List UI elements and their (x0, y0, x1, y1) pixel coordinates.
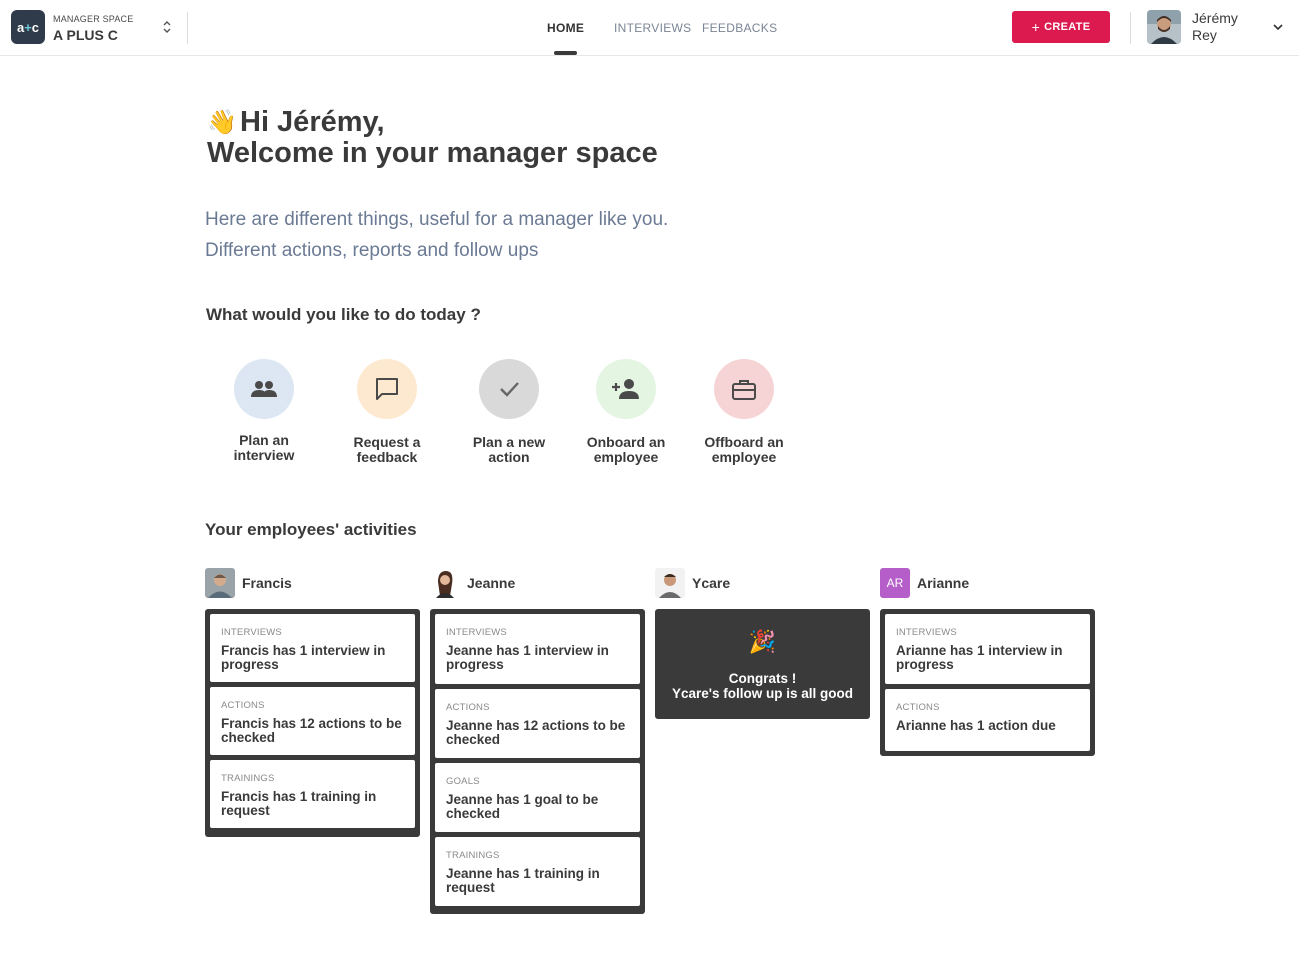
employee-activity-board: INTERVIEWS Francis has 1 interview in pr… (205, 609, 420, 837)
divider (187, 12, 188, 44)
activity-card[interactable]: TRAININGS Francis has 1 training in requ… (210, 760, 415, 828)
person-add-icon (596, 359, 656, 419)
greeting-subtitle: Welcome in your manager space (207, 137, 658, 169)
employee-header[interactable]: Ycare (655, 568, 730, 598)
congrats-card: 🎉 Congrats ! Ycare's follow up is all go… (655, 609, 870, 719)
employee-name: Francis (242, 575, 292, 591)
activity-card[interactable]: INTERVIEWS Francis has 1 interview in pr… (210, 614, 415, 682)
action-label: Plan an interview (233, 432, 295, 463)
user-name: Jérémy Rey (1192, 10, 1238, 43)
activity-card[interactable]: INTERVIEWS Jeanne has 1 interview in pro… (435, 614, 640, 684)
card-category: INTERVIEWS (896, 627, 957, 638)
card-category: ACTIONS (896, 702, 940, 713)
company-logo[interactable]: a + c (11, 10, 45, 44)
avatar (655, 568, 685, 598)
create-button-label: CREATE (1044, 21, 1091, 33)
employee-header[interactable]: Jeanne (430, 568, 515, 598)
chevron-down-icon[interactable] (1271, 20, 1285, 34)
action-label: Request a feedback (353, 434, 421, 465)
avatar (205, 568, 235, 598)
request-feedback-action[interactable]: Request a feedback (332, 359, 442, 465)
onboard-employee-action[interactable]: Onboard an employee (571, 359, 681, 465)
employee-header[interactable]: Francis (205, 568, 292, 598)
congrats-text: Ycare's follow up is all good (672, 686, 853, 701)
card-category: INTERVIEWS (221, 627, 282, 638)
activity-card[interactable]: ACTIONS Francis has 12 actions to be che… (210, 687, 415, 755)
top-bar: a + c MANAGER SPACE A PLUS C HOME INTERVIE… (0, 0, 1299, 56)
briefcase-icon (714, 359, 774, 419)
card-category: TRAININGS (446, 850, 500, 861)
greeting-title: Hi Jérémy, (240, 106, 385, 138)
card-text: Francis has 1 training in request (221, 789, 377, 818)
activity-card[interactable]: ACTIONS Arianne has 1 action due (885, 689, 1090, 751)
card-text: Arianne has 1 action due (896, 718, 1056, 733)
org-switch-icon[interactable] (160, 19, 174, 37)
check-icon (479, 359, 539, 419)
org-name: A PLUS C (53, 27, 118, 43)
action-label: Onboard an employee (586, 434, 666, 465)
congrats-title: Congrats ! (728, 671, 797, 686)
employee-activity-board: INTERVIEWS Arianne has 1 interview in pr… (880, 609, 1095, 756)
card-category: GOALS (446, 776, 480, 787)
activity-card[interactable]: TRAININGS Jeanne has 1 training in reque… (435, 837, 640, 906)
card-text: Jeanne has 1 goal to be checked (446, 792, 599, 821)
activity-card[interactable]: ACTIONS Jeanne has 12 actions to be chec… (435, 689, 640, 758)
card-category: TRAININGS (221, 773, 275, 784)
employee-name: Ycare (692, 575, 731, 591)
card-text: Francis has 1 interview in progress (221, 643, 386, 672)
employee-name: Arianne (917, 575, 970, 591)
offboard-employee-action[interactable]: Offboard an employee (689, 359, 799, 465)
intro-line-1: Here are different things, useful for a … (205, 209, 669, 230)
quick-actions-title: What would you like to do today ? (206, 305, 481, 324)
plan-interview-action[interactable]: Plan an interview (209, 359, 319, 463)
card-text: Jeanne has 1 interview in progress (446, 643, 609, 672)
avatar (430, 568, 460, 598)
wave-emoji: 👋 (207, 109, 237, 136)
card-text: Arianne has 1 interview in progress (896, 643, 1063, 672)
plus-icon: + (1031, 19, 1041, 35)
avatar: AR (880, 568, 910, 598)
divider (1130, 12, 1131, 44)
employee-header[interactable]: AR Arianne (880, 568, 969, 598)
action-label: Plan a new action (472, 434, 546, 465)
create-button[interactable]: + CREATE (1012, 11, 1110, 43)
org-label: MANAGER SPACE (53, 14, 134, 24)
plan-action-action[interactable]: Plan a new action (454, 359, 564, 465)
action-label: Offboard an employee (704, 434, 784, 465)
tab-feedbacks[interactable]: FEEDBACKS (702, 21, 777, 35)
chat-icon (357, 359, 417, 419)
activity-card[interactable]: GOALS Jeanne has 1 goal to be checked (435, 763, 640, 832)
card-text: Francis has 12 actions to be checked (221, 716, 402, 745)
card-category: ACTIONS (221, 700, 265, 711)
card-text: Jeanne has 12 actions to be checked (446, 718, 626, 747)
tab-home[interactable]: HOME (547, 21, 584, 35)
party-popper-icon: 🎉 (748, 629, 777, 654)
intro-line-2: Different actions, reports and follow up… (205, 240, 539, 261)
card-text: Jeanne has 1 training in request (446, 866, 600, 895)
activity-card[interactable]: INTERVIEWS Arianne has 1 interview in pr… (885, 614, 1090, 684)
employee-name: Jeanne (467, 575, 516, 591)
people-icon (234, 359, 294, 419)
active-tab-indicator (554, 51, 577, 55)
user-avatar[interactable] (1147, 10, 1181, 44)
card-category: INTERVIEWS (446, 627, 507, 638)
activities-title: Your employees' activities (205, 520, 417, 539)
employee-activity-board: INTERVIEWS Jeanne has 1 interview in pro… (430, 609, 645, 914)
card-category: ACTIONS (446, 702, 490, 713)
tab-interviews[interactable]: INTERVIEWS (614, 21, 691, 35)
